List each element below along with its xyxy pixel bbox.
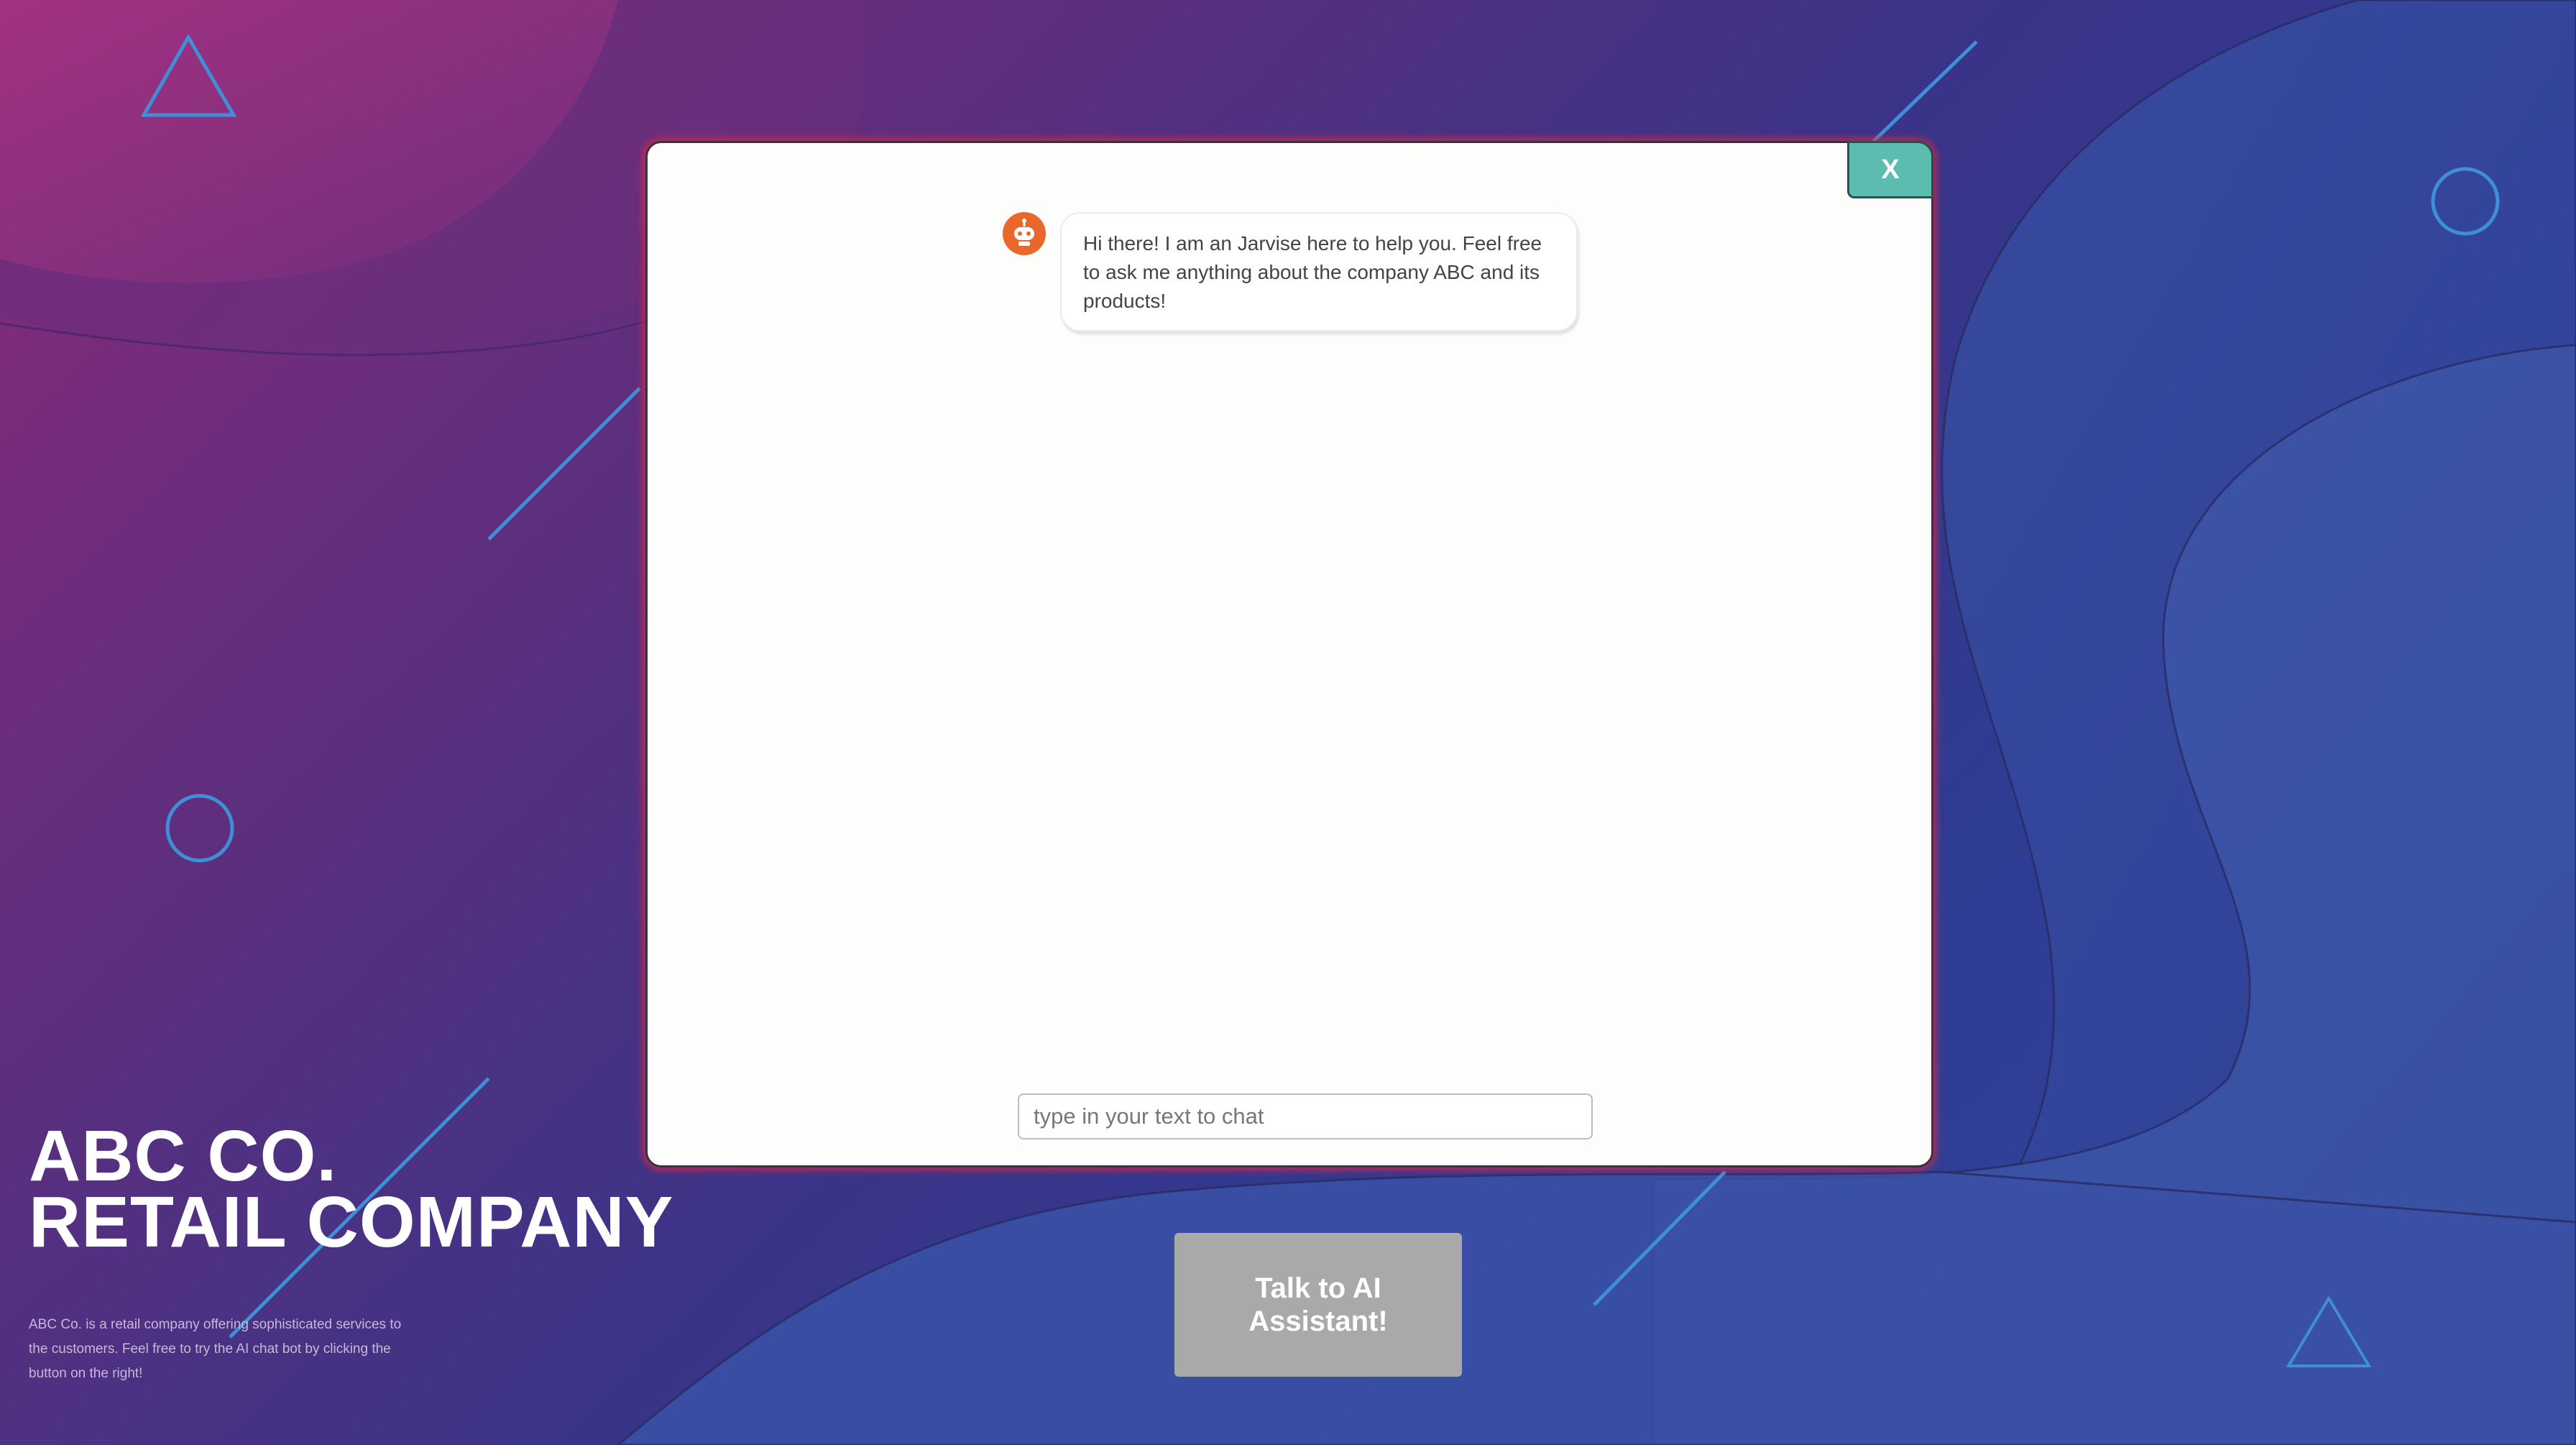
chat-window: X Hi there! I am an Jarvise here to help…	[645, 141, 1933, 1168]
triangle-outline-icon	[2286, 1295, 2372, 1367]
company-title: ABC CO. RETAIL COMPANY	[29, 1116, 674, 1262]
bot-message-bubble: Hi there! I am an Jarvise here to help y…	[1060, 212, 1578, 331]
close-button[interactable]: X	[1847, 141, 1933, 198]
talk-to-ai-button[interactable]: Talk to AI Assistant!	[1174, 1233, 1462, 1377]
robot-icon	[1003, 212, 1046, 255]
diagonal-line-decoration	[487, 387, 641, 541]
page-background: X Hi there! I am an Jarvise here to help…	[0, 0, 2576, 1445]
diagonal-line-decoration	[1593, 1170, 1726, 1306]
circle-outline-icon	[165, 794, 234, 863]
company-title-line2: RETAIL COMPANY	[29, 1182, 674, 1262]
bot-message-row: Hi there! I am an Jarvise here to help y…	[1003, 212, 1578, 331]
company-description: ABC Co. is a retail company offering sop…	[29, 1317, 402, 1381]
company-title-line1: ABC CO.	[29, 1116, 338, 1196]
chat-input[interactable]	[1018, 1093, 1593, 1139]
triangle-outline-icon	[140, 34, 237, 117]
circle-outline-icon	[2431, 167, 2500, 236]
